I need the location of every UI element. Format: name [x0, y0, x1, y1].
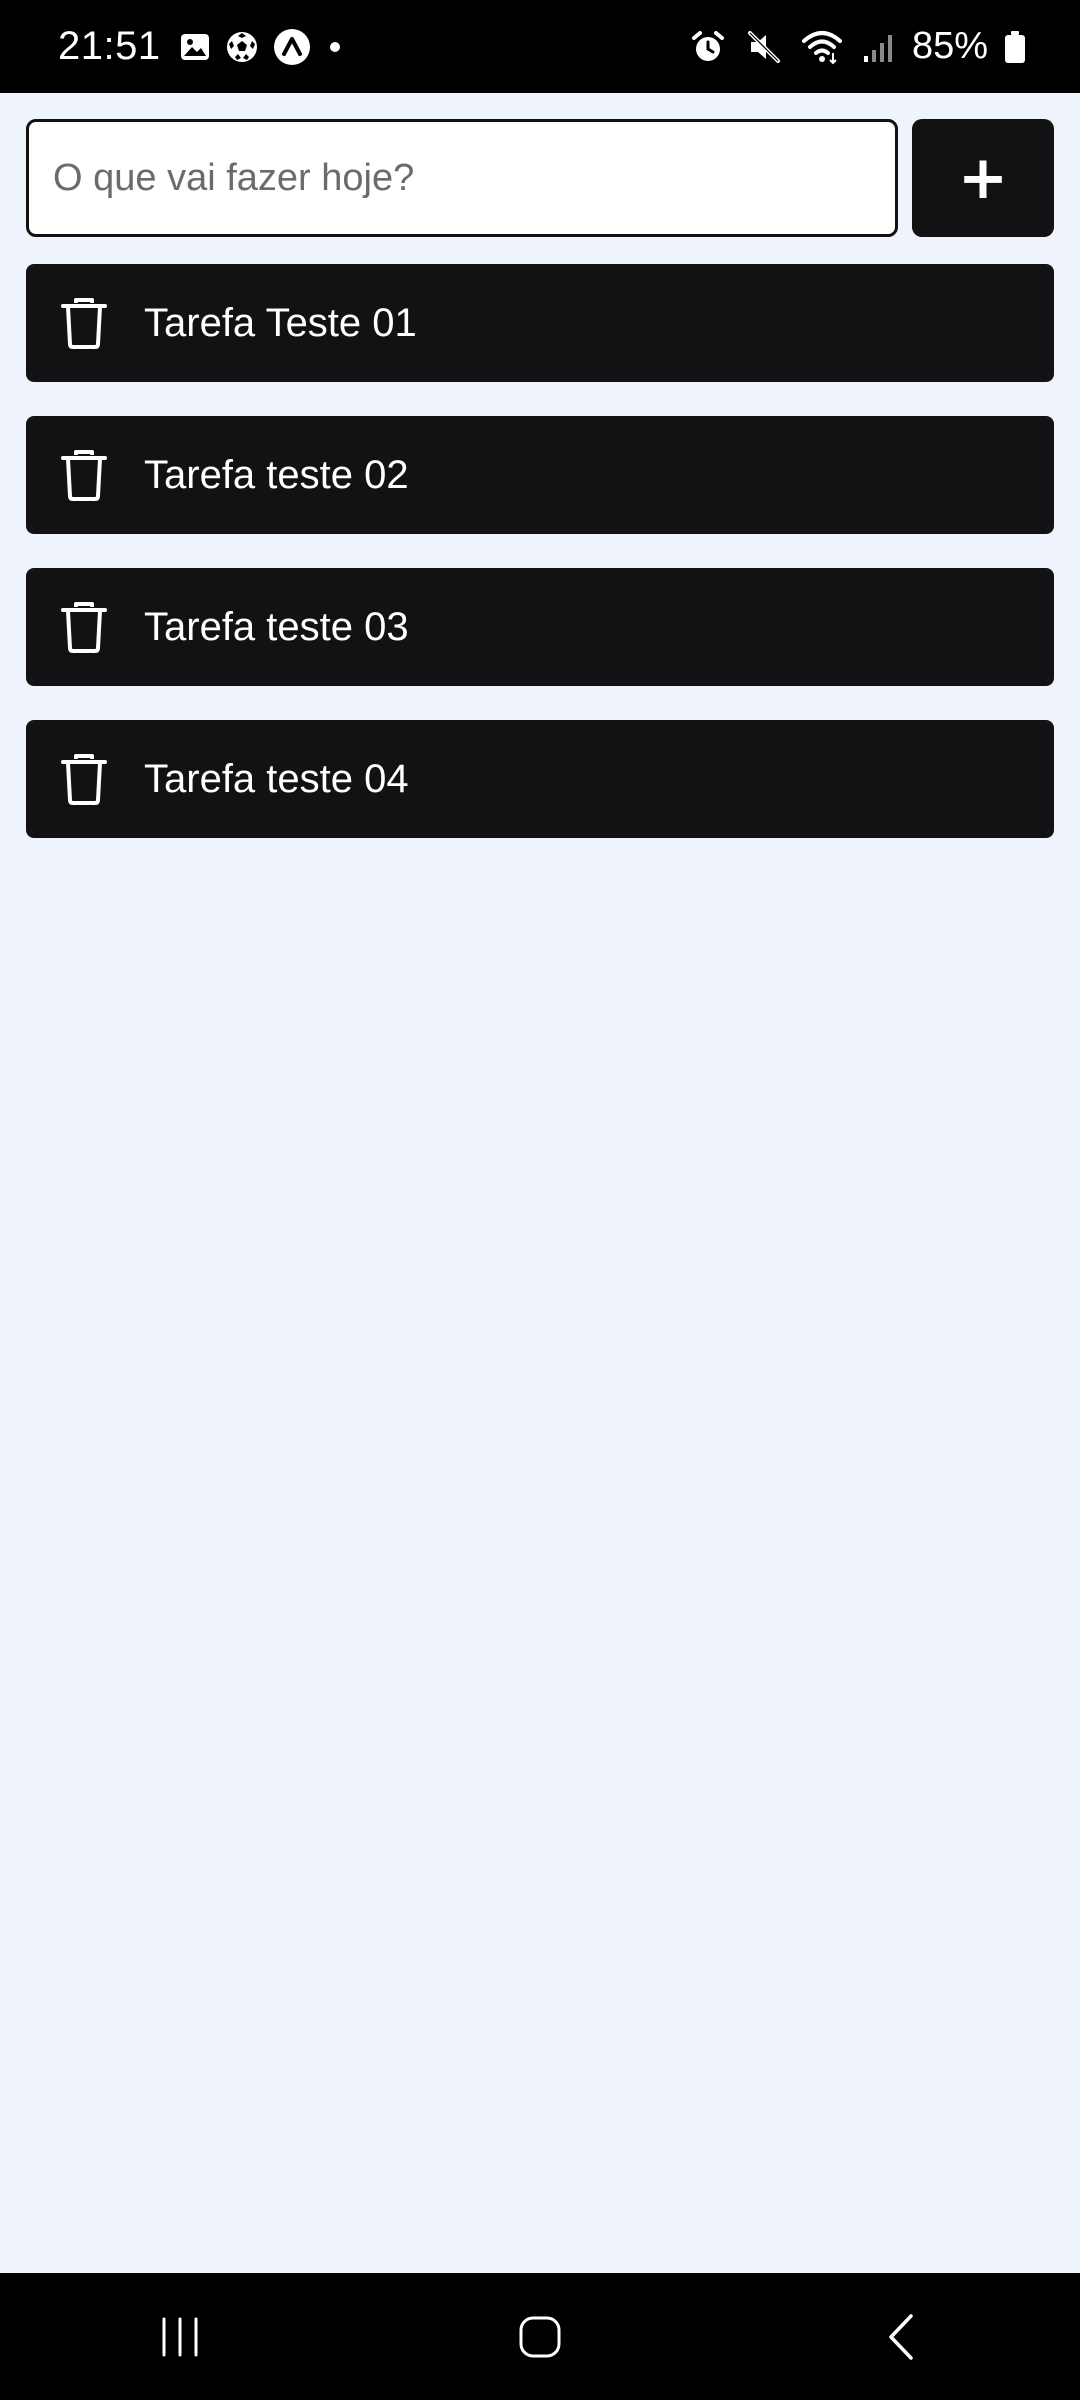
add-task-button[interactable]: +: [912, 119, 1054, 237]
plus-icon: +: [957, 143, 1009, 213]
expo-icon: [273, 28, 311, 66]
task-title: Tarefa teste 03: [144, 604, 409, 649]
trash-icon: [61, 602, 107, 653]
status-time: 21:51: [58, 24, 161, 68]
delete-task-button[interactable]: [26, 720, 128, 838]
new-task-form: +: [26, 119, 1054, 237]
app-content: + Tarefa Teste 01 Tarefa teste: [0, 93, 1080, 2273]
system-nav-bar: [0, 2273, 1080, 2400]
recents-button[interactable]: [120, 2287, 240, 2387]
task-title: Tarefa Teste 01: [144, 300, 417, 345]
home-button[interactable]: [480, 2287, 600, 2387]
trash-icon: [61, 754, 107, 805]
back-button[interactable]: [840, 2287, 960, 2387]
delete-task-button[interactable]: [26, 568, 128, 686]
delete-task-button[interactable]: [26, 416, 128, 534]
battery-percent: 85%: [911, 25, 988, 67]
task-title: Tarefa teste 04: [144, 756, 409, 801]
trash-icon: [61, 450, 107, 501]
mute-icon: [746, 29, 782, 65]
new-task-input[interactable]: [26, 119, 898, 237]
status-left: 21:51: [58, 24, 359, 69]
task-item: Tarefa teste 03: [26, 568, 1054, 686]
task-item: Tarefa teste 04: [26, 720, 1054, 838]
trash-icon: [61, 298, 107, 349]
status-right: 85%: [680, 25, 1036, 68]
gallery-icon: [179, 31, 211, 63]
battery-icon: [1004, 30, 1026, 64]
alarm-icon: [690, 29, 726, 65]
dot-icon: [325, 37, 345, 57]
home-icon: [519, 2316, 561, 2357]
task-title: Tarefa teste 02: [144, 452, 409, 497]
task-item: Tarefa Teste 01: [26, 264, 1054, 382]
back-icon: [889, 2313, 913, 2360]
soccer-ball-icon: [225, 30, 259, 64]
task-item: Tarefa teste 02: [26, 416, 1054, 534]
wifi-icon: [801, 29, 842, 65]
delete-task-button[interactable]: [26, 264, 128, 382]
task-list: Tarefa Teste 01 Tarefa teste 02 Tarefa t…: [26, 264, 1054, 872]
status-bar: 21:51 85%: [0, 0, 1080, 93]
recents-icon: [162, 2317, 198, 2356]
signal-icon: [862, 30, 896, 64]
